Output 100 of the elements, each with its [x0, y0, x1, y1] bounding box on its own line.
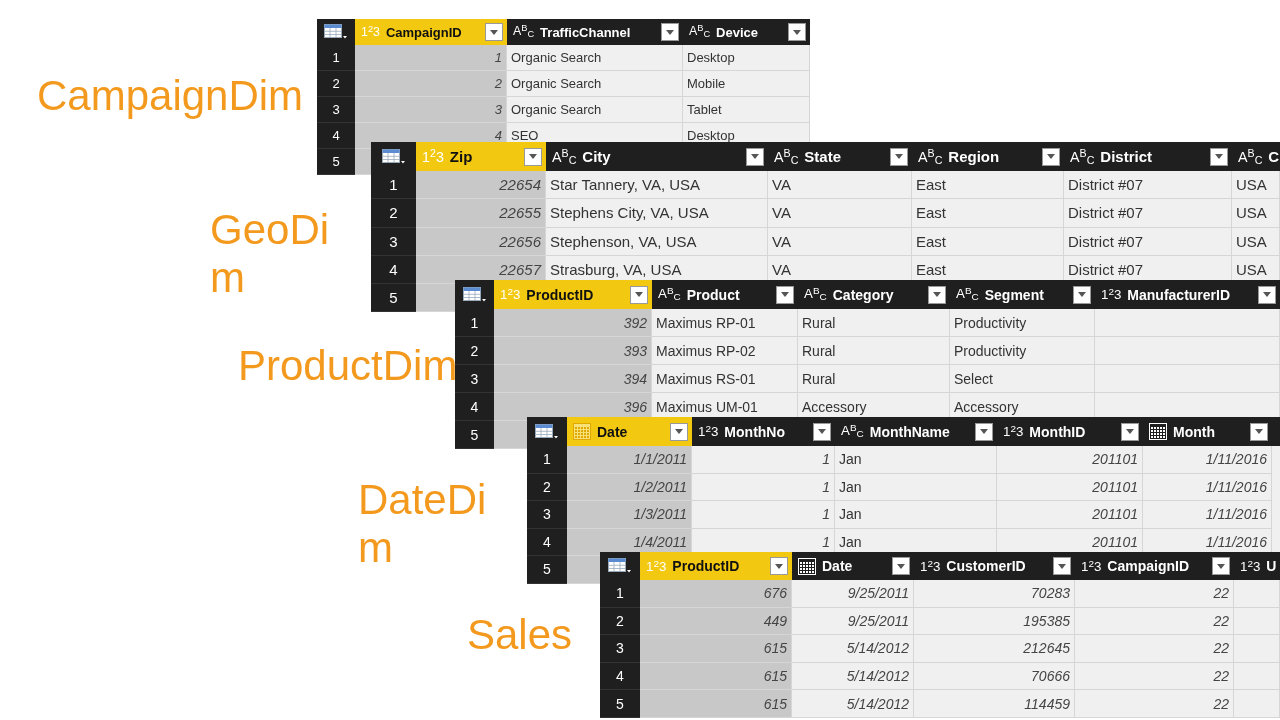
table-cell: 1/11/2016 — [1143, 473, 1272, 501]
table-cell: Maximus RP-01 — [652, 309, 798, 337]
column-name: ProductID — [526, 286, 594, 303]
caret-icon — [1078, 292, 1086, 297]
table-cell: District #07 — [1064, 171, 1232, 200]
table-cell: 212645 — [914, 635, 1075, 663]
table-cell: VA — [768, 199, 912, 228]
caret-icon — [635, 292, 643, 297]
filter-dropdown-button[interactable] — [788, 23, 806, 41]
table-cell: Mobile — [683, 71, 810, 97]
table-title: DateDim — [358, 476, 488, 573]
table-cell: Stephens City, VA, USA — [546, 199, 768, 228]
table-cell: Jan — [835, 473, 997, 501]
table-cell: Organic Search — [507, 71, 683, 97]
column-name: Date — [597, 423, 628, 440]
filter-dropdown-button[interactable] — [1212, 557, 1230, 575]
table-cell: Jan — [835, 446, 997, 474]
table-cell: 9/25/2011 — [792, 580, 914, 608]
table-cell: 5/14/2012 — [792, 690, 914, 718]
table-cell: District #07 — [1064, 227, 1232, 256]
filter-dropdown-button[interactable] — [1042, 147, 1060, 166]
filter-dropdown-button[interactable] — [928, 285, 946, 304]
column-header[interactable]: 1$^{2}$3 CampaignID — [355, 19, 507, 45]
column-header[interactable]: 1$^{2}$3 ProductID — [640, 552, 792, 580]
table-cell: 1 — [692, 446, 835, 474]
filter-dropdown-button[interactable] — [661, 23, 679, 41]
table-cell: VA — [768, 227, 912, 256]
table-cell: 114459 — [914, 690, 1075, 718]
table-cell: 1/1/2011 — [567, 446, 692, 474]
filter-dropdown-button[interactable] — [890, 147, 908, 166]
table-cell: 1 — [692, 501, 835, 529]
filter-dropdown-button[interactable] — [1053, 557, 1071, 575]
caret-icon — [818, 429, 826, 434]
filter-dropdown-button[interactable] — [776, 285, 794, 304]
table-cell: 1/11/2016 — [1143, 446, 1272, 474]
table-title: Sales — [467, 611, 573, 660]
table-cell: Star Tannery, VA, USA — [546, 171, 768, 200]
filter-dropdown-button[interactable] — [746, 147, 764, 166]
filter-dropdown-button[interactable] — [813, 422, 831, 441]
filter-dropdown-button[interactable] — [670, 422, 688, 441]
filter-dropdown-button[interactable] — [1073, 285, 1091, 304]
column-name: MonthNo — [724, 423, 785, 440]
column-header[interactable]: 1$^{2}$3 Zip — [416, 142, 546, 171]
table-cell: East — [912, 227, 1064, 256]
table-icon[interactable] — [324, 24, 348, 40]
table-icon[interactable] — [608, 558, 632, 574]
filter-dropdown-button[interactable] — [1250, 422, 1268, 441]
column-header[interactable]: 1$^{2}$3 ProductID — [494, 280, 652, 309]
table-cell — [1234, 690, 1280, 718]
caret-icon — [666, 29, 674, 35]
column-name: MonthID — [1029, 423, 1086, 440]
table-cell: 201101 — [997, 446, 1143, 474]
column-name: CustomerID — [946, 558, 1026, 574]
table-cell: 22656 — [416, 227, 546, 256]
table-cell: 676 — [640, 580, 792, 608]
number-type-icon: 1$^{2}$3 — [920, 558, 941, 574]
table-cell: 70283 — [914, 580, 1075, 608]
table-cell: East — [912, 171, 1064, 200]
table-cell: USA — [1232, 227, 1280, 256]
filter-dropdown-button[interactable] — [485, 23, 503, 41]
table-cell: 449 — [640, 607, 792, 636]
caret-icon — [895, 154, 903, 159]
number-type-icon: 1$^{2}$3 — [1003, 424, 1024, 439]
filter-dropdown-button[interactable] — [975, 422, 993, 441]
table-cell: Rural — [798, 309, 950, 337]
column-header[interactable]: Date — [567, 417, 692, 446]
filter-dropdown-button[interactable] — [892, 557, 910, 575]
caret-icon — [1255, 429, 1263, 434]
column-name: ProductID — [672, 558, 740, 574]
column-name: City — [582, 148, 611, 165]
filter-dropdown-button[interactable] — [770, 557, 788, 575]
table-cell: 1/11/2016 — [1143, 501, 1272, 529]
column-name: Month — [1173, 423, 1215, 440]
number-type-icon: 1$^{2}$3 — [1240, 558, 1261, 574]
caret-icon — [793, 29, 801, 35]
table-cell: 70666 — [914, 662, 1075, 691]
caret-icon — [1058, 563, 1066, 569]
table-cell: 5/14/2012 — [792, 635, 914, 663]
calendar-icon — [798, 557, 816, 575]
table-cell: 1 — [355, 45, 507, 71]
column-name: Product — [686, 286, 740, 303]
filter-dropdown-button[interactable] — [1121, 422, 1139, 441]
filter-dropdown-button[interactable] — [1258, 285, 1276, 304]
table-cell: 22654 — [416, 171, 546, 200]
column-name: Segment — [984, 286, 1044, 303]
caret-icon — [751, 154, 759, 159]
table-cell: 22 — [1075, 607, 1234, 636]
filter-dropdown-button[interactable] — [630, 285, 648, 304]
filter-dropdown-button[interactable] — [524, 147, 542, 166]
table-cell: 394 — [494, 365, 652, 393]
table-icon[interactable] — [381, 148, 406, 165]
table-cell: 22 — [1075, 690, 1234, 718]
filter-dropdown-button[interactable] — [1210, 147, 1228, 166]
table-cell: 22655 — [416, 199, 546, 228]
table-cell: Productivity — [950, 337, 1095, 365]
caret-icon — [490, 29, 498, 35]
table-icon[interactable] — [535, 423, 559, 440]
table-cell: 392 — [494, 309, 652, 337]
table-icon[interactable] — [462, 286, 487, 303]
table-title: ProductDim — [238, 342, 458, 391]
